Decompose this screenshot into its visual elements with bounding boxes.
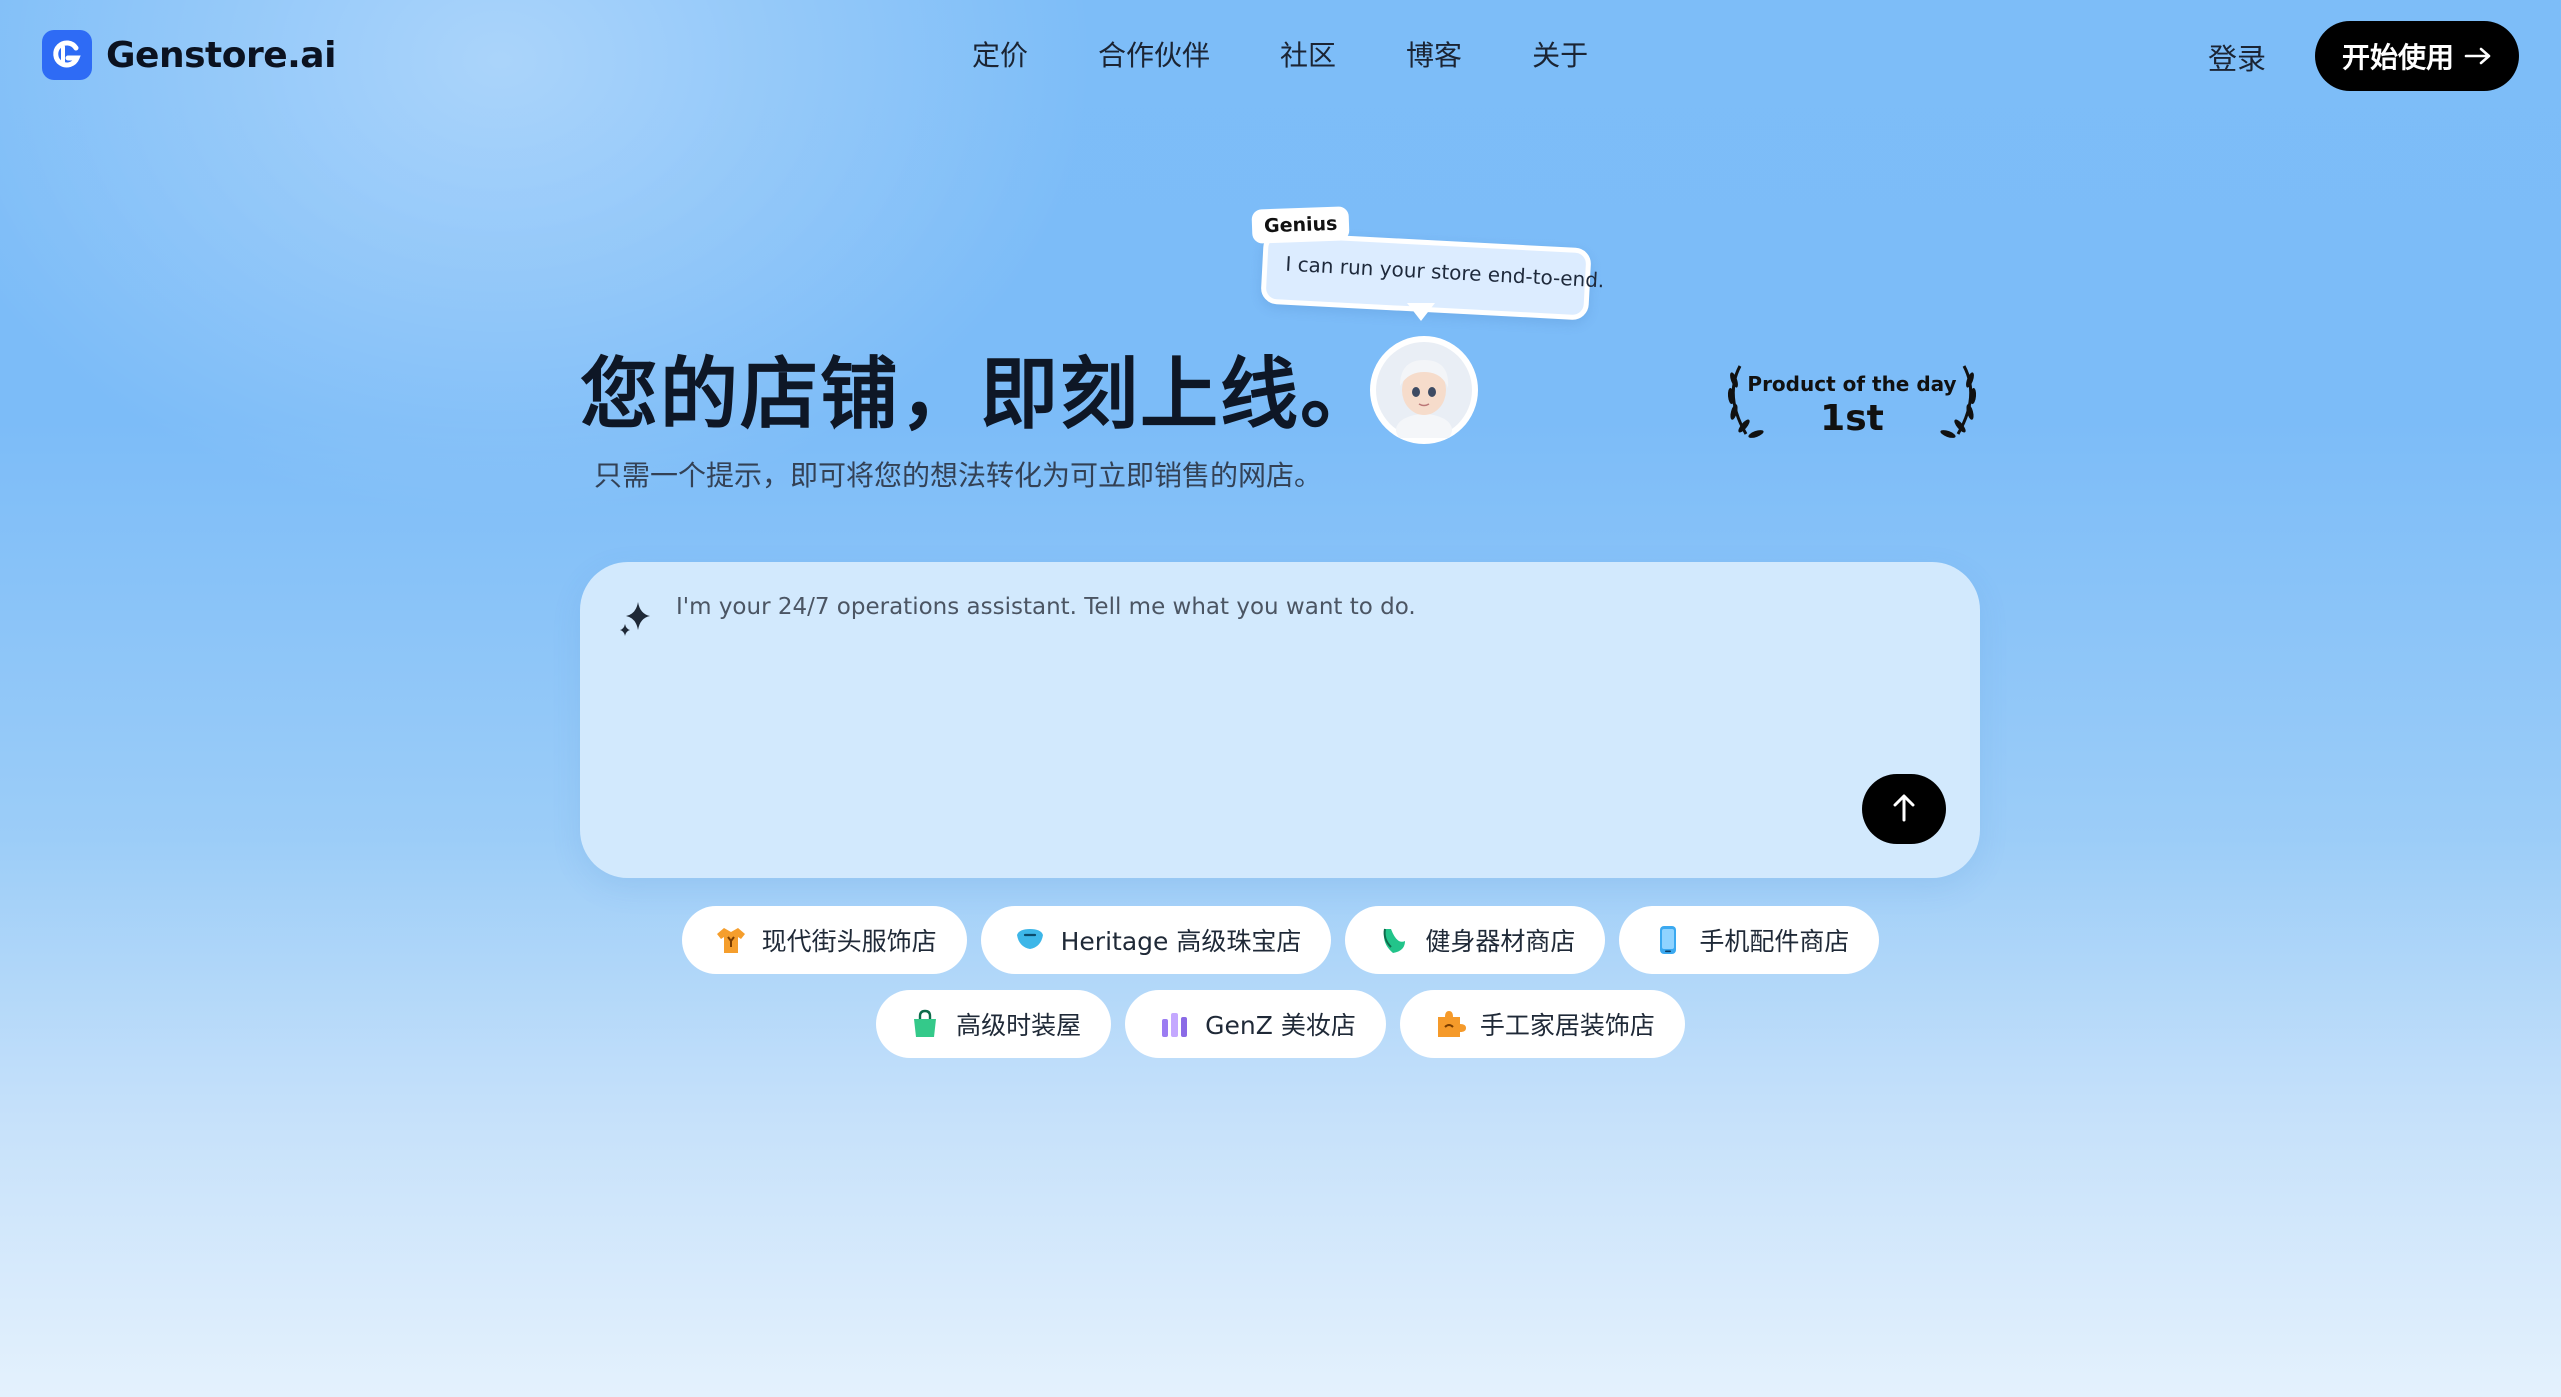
nav-partners[interactable]: 合作伙伴	[1098, 34, 1210, 74]
award-rank: 1st	[1820, 398, 1884, 439]
get-started-label: 开始使用	[2341, 41, 2454, 74]
shopping-bag-icon	[908, 1007, 942, 1041]
prompt-input[interactable]	[674, 592, 1928, 796]
nav-community[interactable]: 社区	[1280, 34, 1336, 74]
chip-label: 手机配件商店	[1699, 927, 1850, 956]
chip-label: 健身器材商店	[1425, 927, 1576, 956]
product-of-the-day-badge[interactable]: Product of the day 1st	[1722, 356, 1982, 446]
chip-label: 手工家居装饰店	[1479, 1011, 1655, 1040]
cosmetics-icon	[1157, 1007, 1191, 1041]
sparkle-icon	[616, 598, 656, 638]
chip-label: GenZ 美妆店	[1205, 1011, 1356, 1040]
gem-icon	[1013, 923, 1047, 957]
send-button[interactable]	[1862, 774, 1946, 844]
dumbbell-icon	[1377, 923, 1411, 957]
nav-blog[interactable]: 博客	[1406, 34, 1462, 74]
nav-about[interactable]: 关于	[1532, 34, 1588, 74]
arrow-up-icon	[1891, 793, 1917, 826]
chip-handmade-home-decor-store[interactable]: 手工家居装饰店	[1399, 990, 1685, 1058]
logo[interactable]: Genstore.ai	[42, 30, 336, 80]
bubble-tail	[1407, 303, 1435, 321]
chip-heritage-jewelry-store[interactable]: Heritage 高级珠宝店	[980, 906, 1332, 974]
chip-luxury-fashion-house[interactable]: 高级时装屋	[876, 990, 1112, 1058]
phone-icon	[1651, 923, 1685, 957]
award-label: Product of the day	[1747, 372, 1957, 396]
hero-subtitle: 只需一个提示，即可将您的想法转化为可立即销售的网店。	[594, 459, 1323, 492]
chip-label: 现代街头服饰店	[761, 927, 937, 956]
shirt-icon	[714, 923, 748, 957]
bubble-tag: Genius	[1251, 206, 1350, 244]
chip-phone-accessories-store[interactable]: 手机配件商店	[1619, 906, 1880, 974]
chip-streetwear-store[interactable]: 现代街头服饰店	[681, 906, 967, 974]
genstore-logo-icon	[42, 30, 92, 80]
get-started-button[interactable]: 开始使用	[2315, 21, 2519, 91]
bubble-text: I can run your store end-to-end.	[1284, 251, 1605, 293]
nav-pricing[interactable]: 定价	[972, 34, 1028, 74]
hero-title: 您的店铺，即刻上线。	[580, 350, 1381, 440]
chip-label: 高级时装屋	[956, 1011, 1082, 1040]
chip-fitness-equipment-store[interactable]: 健身器材商店	[1345, 906, 1606, 974]
logo-text: Genstore.ai	[106, 34, 336, 76]
chip-label: Heritage 高级珠宝店	[1060, 927, 1302, 956]
arrow-right-icon	[2464, 40, 2492, 73]
chip-genz-beauty-store[interactable]: GenZ 美妆店	[1125, 990, 1386, 1058]
prompt-box	[580, 562, 1980, 878]
suggestion-chips-row-1: 现代街头服饰店 Heritage 高级珠宝店 健身器材商店 手机配件商店	[0, 906, 2561, 974]
genius-avatar	[1370, 336, 1478, 444]
puzzle-icon	[1432, 1007, 1466, 1041]
main-nav: 定价 合作伙伴 社区 博客 关于	[972, 34, 1588, 74]
suggestion-chips-row-2: 高级时装屋 GenZ 美妆店 手工家居装饰店	[0, 990, 2561, 1058]
login-link[interactable]: 登录	[2208, 36, 2266, 78]
